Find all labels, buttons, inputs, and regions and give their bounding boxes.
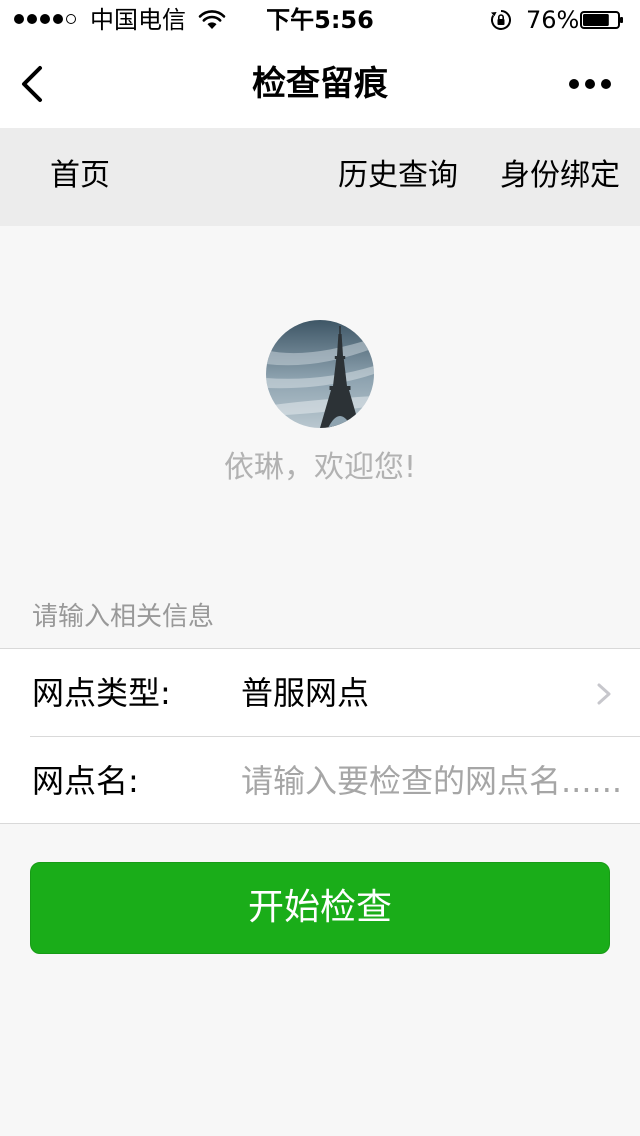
status-bar: 中国电信 下午5:56 76% <box>0 0 640 40</box>
more-dots-icon[interactable] <box>566 74 614 94</box>
rotation-lock-icon <box>491 10 511 30</box>
tab-home[interactable]: 首页 <box>50 156 110 196</box>
site-type-row[interactable]: 网点类型: 普服网点 <box>0 649 640 737</box>
battery-percent: 76% <box>526 6 580 34</box>
site-type-label: 网点类型: <box>32 674 171 712</box>
tab-identity-binding[interactable]: 身份绑定 <box>500 156 620 196</box>
avatar <box>266 320 374 428</box>
form-group: 网点类型: 普服网点 网点名: <box>0 648 640 824</box>
site-name-row: 网点名: <box>0 737 640 825</box>
welcome-message: 依琳，欢迎您! <box>223 450 417 485</box>
site-name-input[interactable] <box>241 755 640 807</box>
start-check-button[interactable]: 开始检查 <box>30 862 610 954</box>
tab-history-query[interactable]: 历史查询 <box>338 156 458 196</box>
navigation-bar: 检查留痕 <box>0 40 640 128</box>
battery-icon <box>580 11 623 29</box>
site-name-label: 网点名: <box>32 762 139 800</box>
tab-bar: 首页 历史查询 身份绑定 <box>0 128 640 226</box>
page-title: 检查留痕 <box>252 64 388 104</box>
form-hint: 请输入相关信息 <box>32 602 215 632</box>
site-type-value[interactable]: 普服网点 <box>241 673 369 713</box>
chevron-right-icon <box>597 683 611 705</box>
